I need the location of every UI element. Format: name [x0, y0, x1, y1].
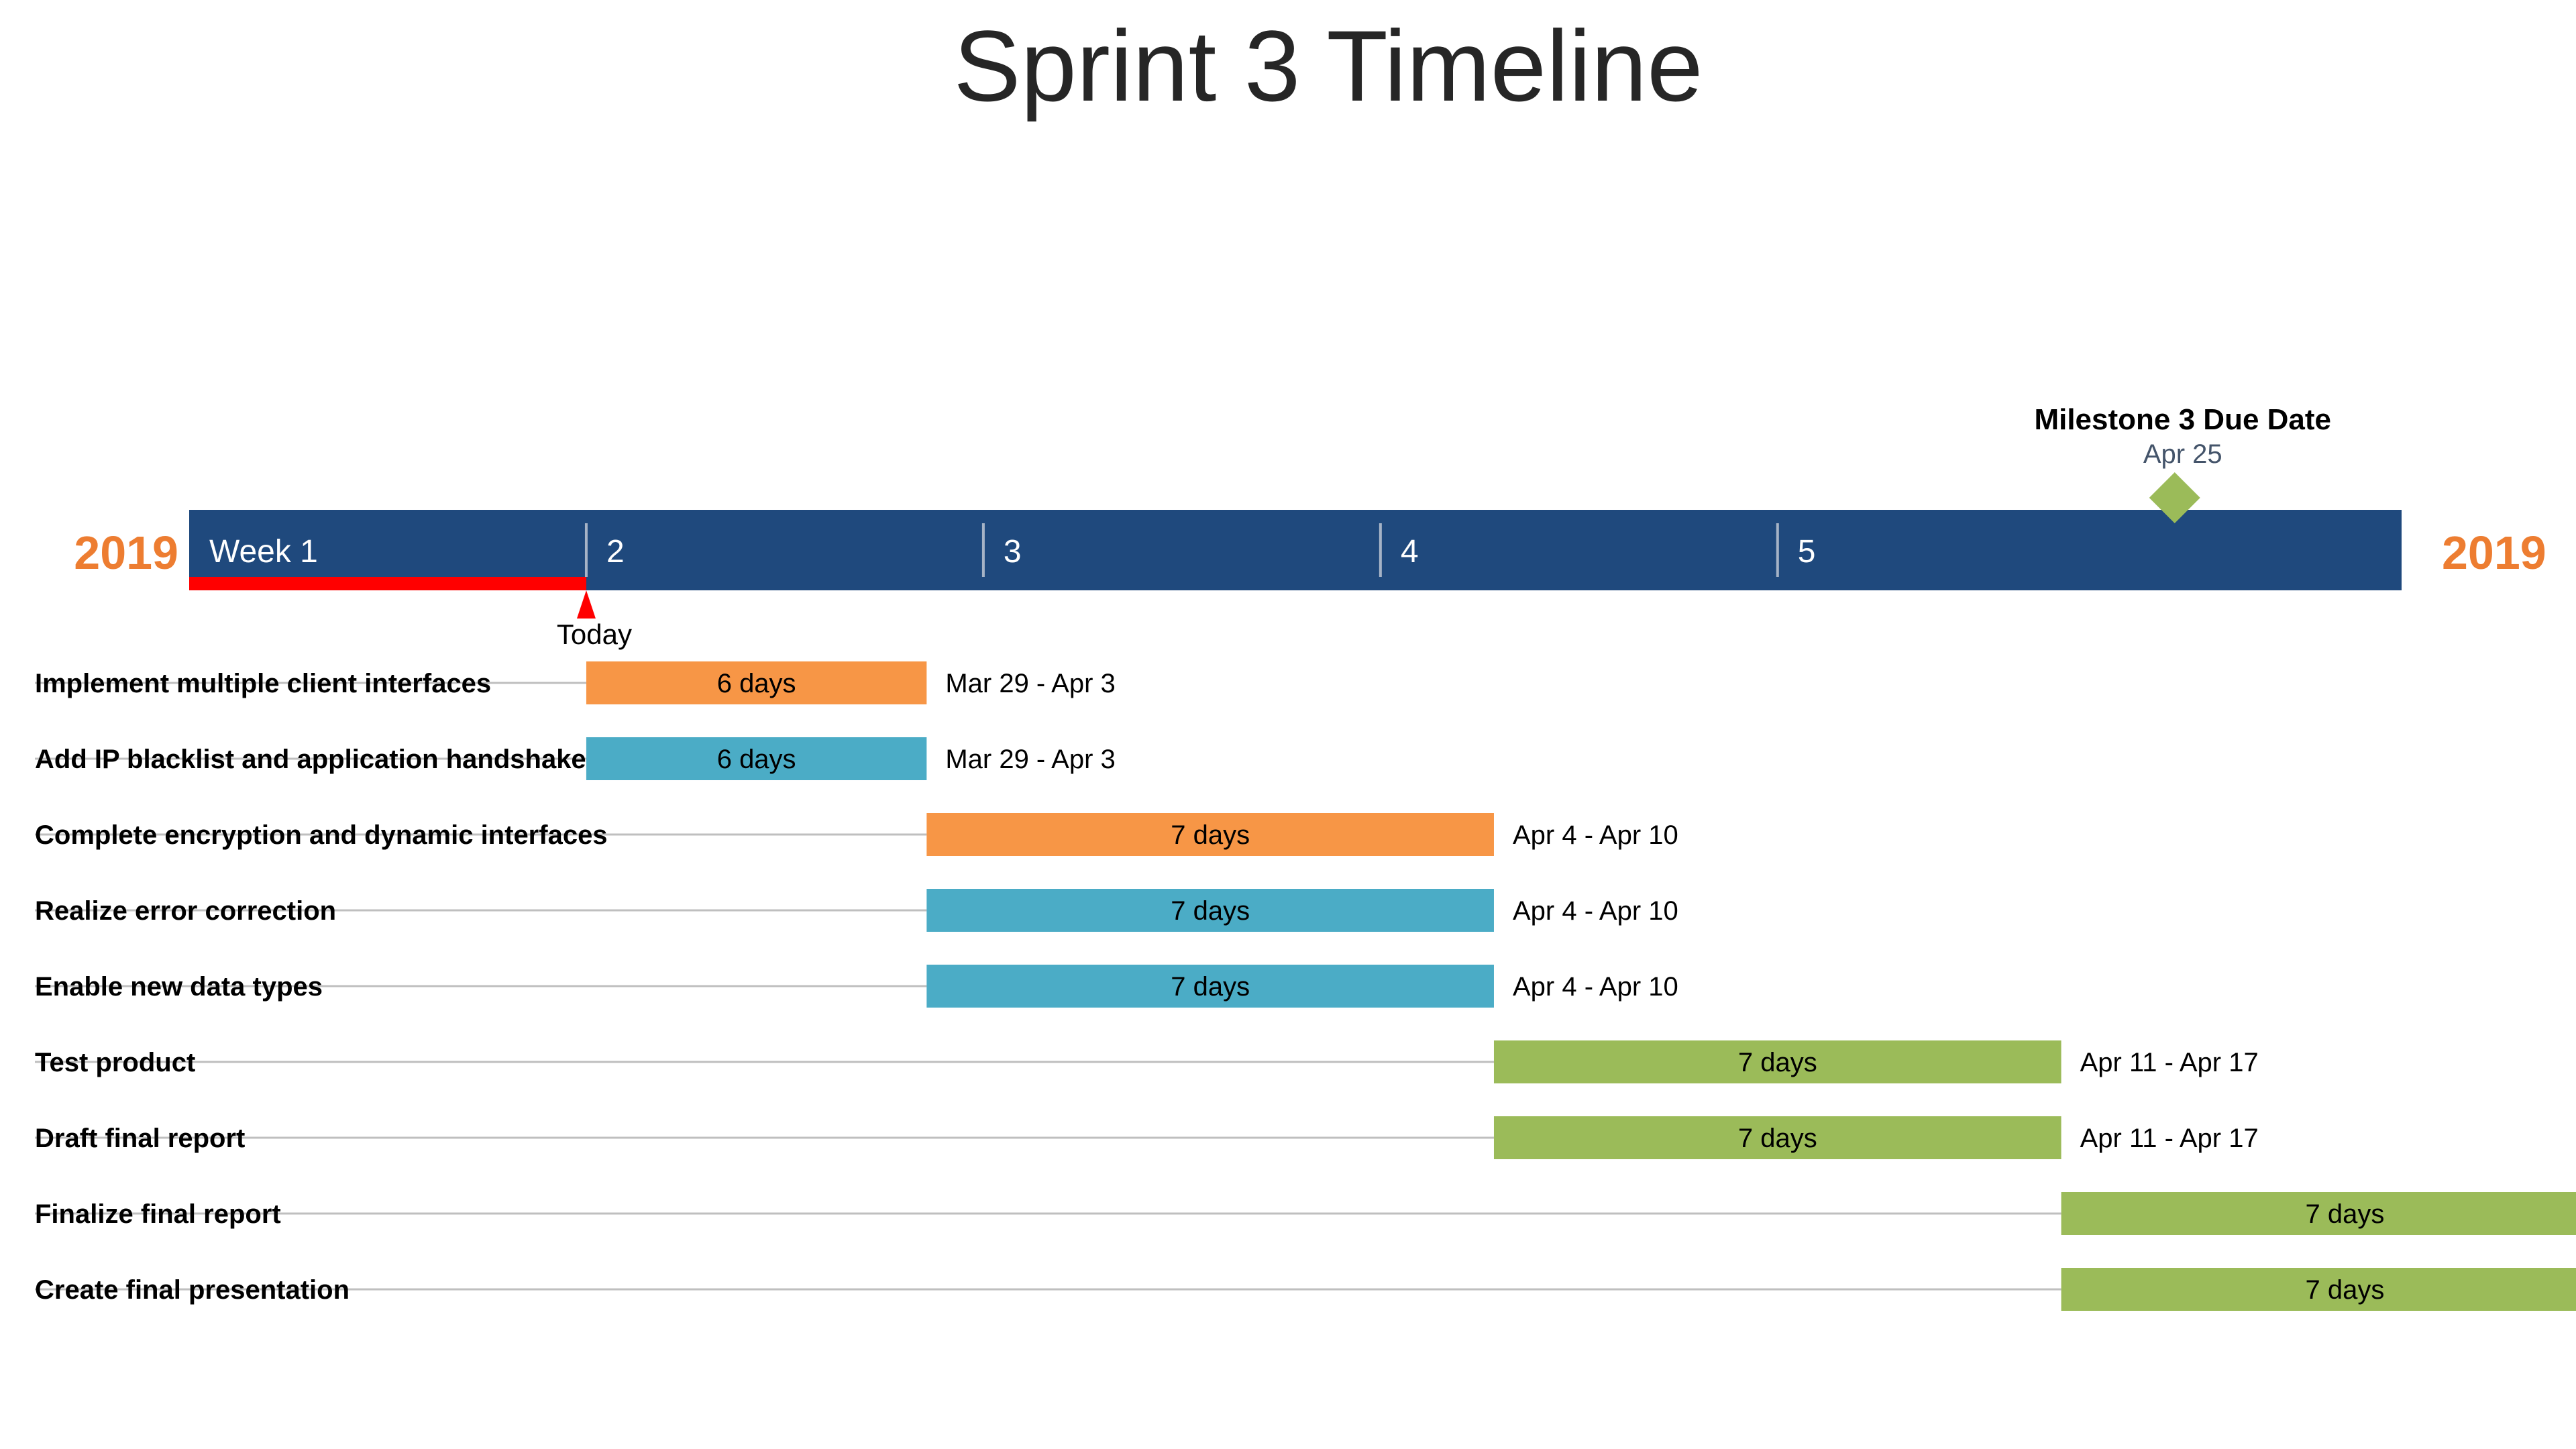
- task-duration: 7 days: [1171, 972, 1250, 1002]
- task-date-range: Apr 11 - Apr 17: [2080, 1124, 2259, 1153]
- task-date-range: Mar 29 - Apr 3: [945, 669, 1115, 698]
- week-label: 5: [1798, 534, 1816, 570]
- task-duration: 6 days: [717, 669, 796, 698]
- chart-title: Sprint 3 Timeline: [953, 9, 1703, 122]
- task-duration: 7 days: [1171, 820, 1250, 850]
- task-name: Create final presentation: [35, 1275, 350, 1305]
- task-name: Realize error correction: [35, 896, 336, 926]
- week-label: 4: [1401, 534, 1419, 570]
- task-date-range: Apr 4 - Apr 10: [1513, 972, 1678, 1002]
- task-date-range: Apr 4 - Apr 10: [1513, 896, 1678, 926]
- week-label: 2: [606, 534, 625, 570]
- task-date-range: Apr 11 - Apr 17: [2080, 1048, 2259, 1077]
- progress-bar: [189, 577, 586, 590]
- task-duration: 6 days: [717, 745, 796, 774]
- task-duration: 7 days: [1738, 1048, 1817, 1077]
- week-label: 3: [1004, 534, 1022, 570]
- task-name: Implement multiple client interfaces: [35, 669, 491, 698]
- task-name: Finalize final report: [35, 1199, 281, 1229]
- task-name: Draft final report: [35, 1124, 245, 1153]
- year-label-right: 2019: [2442, 527, 2546, 579]
- task-name: Test product: [35, 1048, 195, 1077]
- gantt-chart: Sprint 3 Timeline Week 1 2 3 4 5 2019 2019 Imp…: [35, 9, 2576, 1311]
- task-name: Enable new data types: [35, 972, 323, 1002]
- task-name: Complete encryption and dynamic interfac…: [35, 820, 608, 850]
- week-label: Week 1: [209, 534, 318, 570]
- task-duration: 7 days: [2306, 1275, 2385, 1305]
- milestone-title: Milestone 3 Due Date: [2034, 403, 2331, 436]
- task-duration: 7 days: [1738, 1124, 1817, 1153]
- task-name: Add IP blacklist and application handsha…: [35, 745, 586, 774]
- year-label-left: 2019: [74, 527, 178, 579]
- task-rows-layer: Implement multiple client interfaces 6 da…: [35, 661, 2576, 1311]
- today-label: Today: [557, 619, 632, 650]
- task-date-range: Mar 29 - Apr 3: [945, 745, 1115, 774]
- milestone-date: Apr 25: [2143, 439, 2222, 469]
- task-date-range: Apr 4 - Apr 10: [1513, 820, 1678, 850]
- task-duration: 7 days: [2306, 1199, 2385, 1229]
- today-marker: [576, 590, 596, 619]
- task-duration: 7 days: [1171, 896, 1250, 926]
